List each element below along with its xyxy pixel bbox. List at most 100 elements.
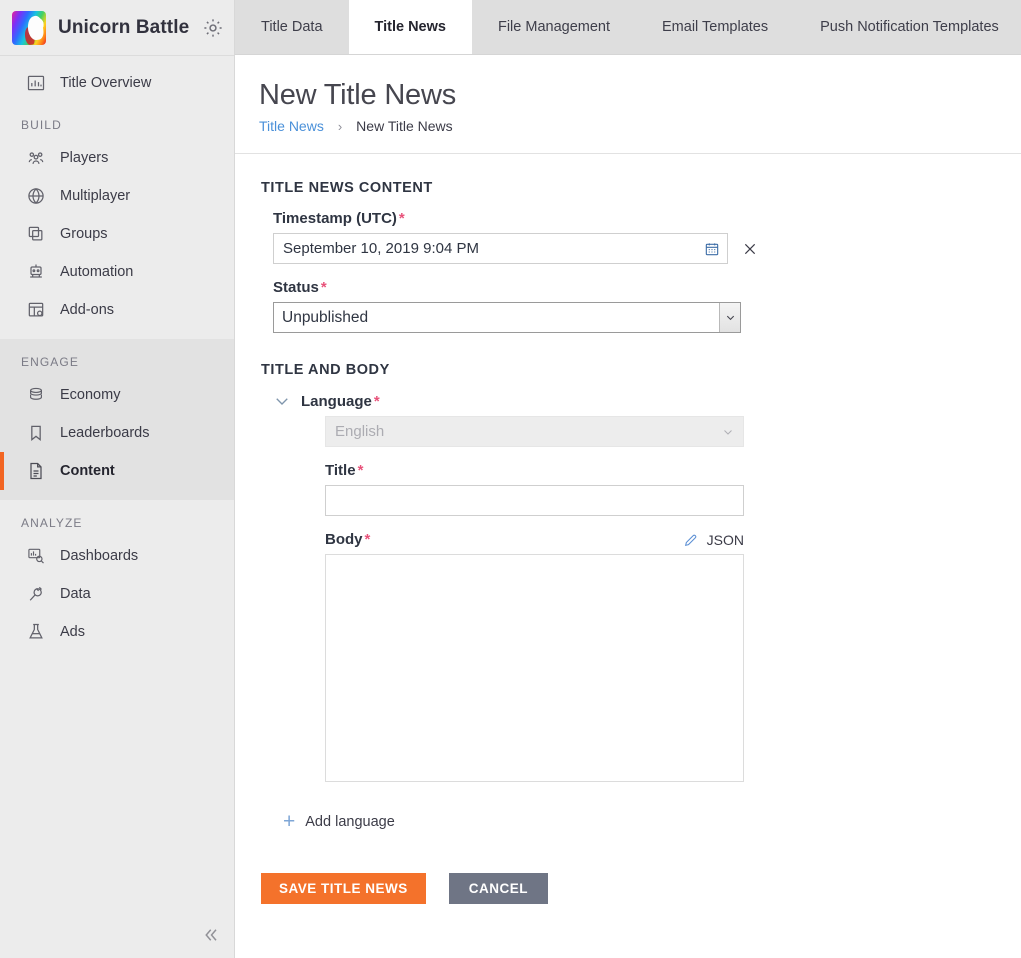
language-label-text: Language [301,392,372,410]
timestamp-field: Timestamp (UTC) * [273,210,1021,264]
timestamp-input-wrap [273,233,728,264]
robot-icon [30,264,42,278]
sidebar-top-nav: Title Overview [0,56,234,102]
sidebar-item-add-ons[interactable]: Add-ons [0,291,234,329]
calendar-icon[interactable] [704,241,720,257]
timestamp-input[interactable] [273,233,728,264]
gear-icon[interactable] [202,17,224,39]
unicorn-logo [12,10,46,45]
sidebar-item-label: Leaderboards [60,425,150,441]
title-label-text: Title [325,462,356,479]
json-label: JSON [706,531,744,548]
sidebar-item-label: Title Overview [60,75,152,91]
brand-title: Unicorn Battle [58,16,190,38]
sidebar-item-content[interactable]: Content [0,452,234,490]
globe-icon [28,188,44,204]
save-title-news-button[interactable]: SAVE TITLE NEWS [261,873,426,904]
page-title: New Title News [259,79,457,111]
sidebar-item-economy[interactable]: Economy [0,376,234,414]
timestamp-label: Timestamp (UTC) * [273,210,1021,227]
sidebar: Unicorn Battle Title Overview BUILD Play… [0,0,235,958]
language-select[interactable]: English [325,416,744,447]
json-edit-button[interactable]: JSON [683,532,744,548]
title-field: Title * [325,462,1021,516]
chevron-down-icon[interactable] [273,392,291,410]
language-field: Language * English Title * Body * JSON [273,392,1021,787]
sidebar-group-engage: ENGAGE Economy Leaderboards Content [0,339,234,500]
sidebar-group-analyze: ANALYZE Dashboards Data Ads [0,500,234,661]
status-select[interactable]: Unpublished [273,302,741,333]
status-field: Status * Unpublished [273,279,1021,333]
tab-label: Title News [374,18,446,35]
tab-push-notification-templates[interactable]: Push Notification Templates [794,0,1021,54]
sidebar-item-label: Players [60,150,109,166]
cancel-button[interactable]: CANCEL [448,873,549,904]
form-area: TITLE NEWS CONTENT Timestamp (UTC) * Sep… [235,154,1021,904]
tab-label: File Management [497,18,610,35]
brand-header: Unicorn Battle [0,0,234,56]
language-inputs-block: English Title * Body * JSON [325,416,1021,787]
dashboard-search-icon [28,548,44,564]
breadcrumb: Title News › New Title News [259,118,1021,153]
main-panel: Title Data Title News File Management Em… [235,0,1021,958]
required-marker: * [364,531,371,548]
sidebar-item-label: Content [60,463,115,479]
sidebar-section-analyze: ANALYZE [21,516,83,530]
tab-email-templates[interactable]: Email Templates [636,0,794,54]
bookmark-icon [31,425,41,441]
document-icon [30,462,42,480]
required-marker: * [320,279,327,296]
sidebar-item-dashboards[interactable]: Dashboards [0,537,234,575]
sidebar-item-label: Data [60,586,91,602]
sidebar-item-automation[interactable]: Automation [0,253,234,291]
add-language-button[interactable]: + Add language [283,811,1021,832]
body-label: Body * [325,531,370,548]
breadcrumb-parent-link[interactable]: Title News [259,118,324,134]
tab-label: Email Templates [662,18,769,35]
sidebar-group-build: BUILD Players Multiplayer Groups Automat… [0,102,234,339]
clear-timestamp-icon[interactable] [742,241,758,257]
body-label-row: Body * JSON [325,531,744,548]
sidebar-item-data[interactable]: Data [0,575,234,613]
plus-icon: + [283,810,296,833]
sidebar-item-label: Ads [60,624,85,640]
language-label-row: Language * [273,392,1021,410]
breadcrumb-current: New Title News [356,118,453,134]
required-marker: * [373,392,380,410]
body-field: Body * JSON [325,531,1021,787]
sidebar-section-engage: ENGAGE [21,355,79,369]
title-label: Title * [325,462,1021,479]
body-label-text: Body [325,531,363,548]
sidebar-item-title-overview[interactable]: Title Overview [0,64,234,102]
sidebar-collapse-button[interactable] [0,912,235,958]
sidebar-item-groups[interactable]: Groups [0,215,234,253]
status-label-text: Status [273,279,319,296]
sidebar-item-label: Dashboards [60,548,139,564]
language-label: Language * [301,393,380,410]
sidebar-item-label: Economy [60,387,121,403]
page-header: New Title News Title News › New Title Ne… [235,55,1021,153]
section-title-and-body: TITLE AND BODY [261,362,390,378]
sidebar-item-players[interactable]: Players [0,139,234,177]
add-language-label: Add language [305,813,395,830]
tab-bar: Title Data Title News File Management Em… [235,0,1021,55]
body-textarea[interactable] [325,554,744,782]
tab-file-management[interactable]: File Management [472,0,636,54]
status-label: Status * [273,279,1021,296]
players-icon [28,152,44,164]
tab-label: Push Notification Templates [820,18,999,35]
double-chevron-left-icon [205,929,217,941]
status-select-wrap: Unpublished [273,302,741,333]
sidebar-item-ads[interactable]: Ads [0,613,234,651]
tab-title-news[interactable]: Title News [348,0,472,54]
plug-icon [29,586,42,601]
tab-label: Title Data [261,18,323,35]
sidebar-item-leaderboards[interactable]: Leaderboards [0,414,234,452]
language-select-wrap: English [325,416,744,447]
breadcrumb-separator-icon: › [337,118,343,134]
sidebar-item-label: Add-ons [60,302,115,318]
required-marker: * [398,210,405,227]
tab-title-data[interactable]: Title Data [235,0,349,54]
title-input[interactable] [325,485,744,516]
sidebar-item-multiplayer[interactable]: Multiplayer [0,177,234,215]
